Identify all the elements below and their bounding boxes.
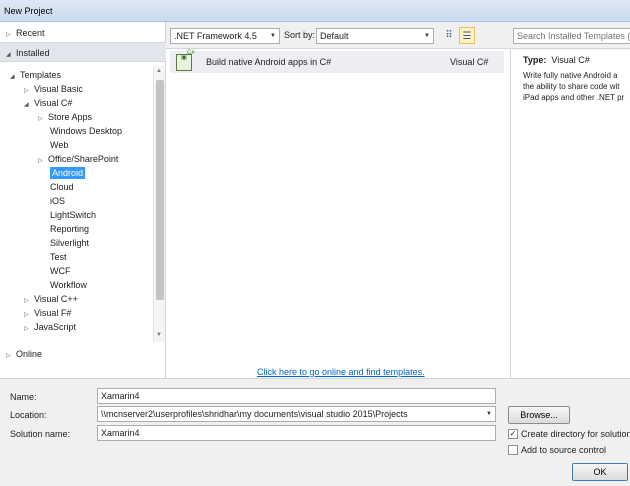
tree-item-label: Visual C++ (34, 294, 78, 304)
name-label: Name: (10, 392, 37, 402)
tree-scrollbar[interactable]: ▲ ▼ (153, 66, 165, 342)
android-project-icon: ▣ C# (176, 50, 195, 71)
tree-item[interactable]: LightSwitch (50, 208, 96, 222)
left-nav-pane: ▷ Recent ◢ Installed ◢ Templates ▷ Visual Bas… (0, 22, 166, 378)
template-name: Build native Android apps in C# (206, 57, 332, 67)
dropdown-arrow-icon: ▼ (270, 33, 276, 39)
tree-item-label: Android (50, 167, 86, 179)
search-templates-input[interactable] (513, 28, 630, 44)
template-item[interactable]: ▣ C# Build native Android apps in C# Visu… (170, 50, 504, 73)
location-label: Location: (10, 410, 47, 420)
tree-item-label: Visual C# (34, 98, 73, 108)
tree-item-label: Store Apps (48, 112, 93, 122)
nav-installed[interactable]: ◢ Installed (0, 42, 166, 62)
tree-item[interactable]: Windows Desktop (50, 124, 122, 138)
ok-button[interactable]: OK (572, 463, 628, 481)
scroll-thumb[interactable] (156, 80, 164, 300)
title-bar: New Project (0, 0, 630, 22)
tree-item-label: Test (50, 252, 67, 262)
nav-recent[interactable]: ▷ Recent (0, 23, 166, 43)
tree-item[interactable]: ◢ Visual C# (24, 96, 72, 110)
tree-item[interactable]: Web (50, 138, 68, 152)
dropdown-arrow-icon: ▼ (486, 411, 492, 417)
tree-item-label: Templates (20, 70, 62, 80)
checkbox-checked-icon: ✓ (508, 429, 518, 439)
template-info-pane: Type: Visual C# Write fully native Andro… (510, 48, 630, 378)
template-language: Visual C# (450, 57, 489, 67)
tree-item-label: Workflow (50, 280, 87, 290)
collapse-arrow-icon[interactable]: ◢ (24, 98, 34, 112)
tree-item[interactable]: Workflow (50, 278, 87, 292)
tree-item-label: Windows Desktop (50, 126, 123, 136)
scroll-up-icon[interactable]: ▲ (156, 68, 162, 74)
tree-item[interactable]: Android (50, 166, 86, 180)
tree-item-label: JavaScript (34, 322, 77, 332)
location-dropdown[interactable]: \\mcnserver2\userprofiles\shridhar\my do… (97, 406, 496, 422)
tree-item-label: Office/SharePoint (48, 154, 119, 164)
tree-item-label: WCF (50, 266, 71, 276)
project-name-input[interactable] (97, 388, 496, 404)
tree-item-label: Cloud (50, 182, 74, 192)
browse-button[interactable]: Browse... (508, 406, 570, 424)
expand-arrow-icon: ▷ (6, 353, 11, 359)
tree-item[interactable]: WCF (50, 264, 71, 278)
sort-dropdown[interactable]: Default ▼ (316, 28, 434, 44)
project-form: Name: Location: \\mcnserver2\userprofile… (0, 378, 630, 486)
template-description: Write fully native Android a the ability… (523, 71, 625, 102)
collapse-arrow-icon[interactable]: ◢ (10, 70, 20, 84)
tree-item[interactable]: ▷ Store Apps (38, 110, 92, 124)
find-online-templates-link[interactable]: Click here to go online and find templat… (257, 367, 425, 377)
tree-item[interactable]: ▷ Visual F# (24, 306, 71, 320)
tree-item-label: iOS (50, 196, 66, 206)
collapse-arrow-icon: ◢ (6, 52, 11, 58)
expand-arrow-icon[interactable]: ▷ (38, 154, 48, 168)
tree-item[interactable]: Test (50, 250, 67, 264)
dropdown-arrow-icon: ▼ (424, 33, 430, 39)
tree-item-label: Silverlight (50, 238, 90, 248)
tree-item[interactable]: ◢ Templates (10, 68, 61, 82)
solution-name-label: Solution name: (10, 429, 71, 439)
tree-item[interactable]: ▷ JavaScript (24, 320, 76, 334)
solution-name-input[interactable] (97, 425, 496, 441)
expand-arrow-icon[interactable]: ▷ (24, 322, 34, 336)
template-type: Type: Visual C# (523, 55, 590, 65)
tree-item-label: Visual Basic (34, 84, 83, 94)
list-view-icon[interactable]: ☰ (459, 27, 475, 44)
tree-item[interactable]: Cloud (50, 180, 74, 194)
tree-item-label: Reporting (50, 224, 90, 234)
template-toolbar: .NET Framework 4.5 ▼ Sort by: Default ▼ … (166, 22, 510, 48)
template-tree: ◢ Templates ▷ Visual Basic ◢ Visual C# ▷ Store … (0, 68, 152, 338)
checkbox-unchecked-icon (508, 445, 518, 455)
grid-view-icon[interactable]: ⠿ (441, 27, 457, 44)
tree-item[interactable]: ▷ Visual C++ (24, 292, 78, 306)
template-list: ▣ C# Build native Android apps in C# Visu… (166, 48, 510, 378)
tree-item[interactable]: Reporting (50, 222, 89, 236)
tree-item-label: Visual F# (34, 308, 72, 318)
tree-item[interactable]: Silverlight (50, 236, 89, 250)
sort-by-label: Sort by: (284, 30, 316, 40)
search-area (510, 22, 630, 48)
tree-item[interactable]: ▷ Visual Basic (24, 82, 83, 96)
tree-item[interactable]: ▷ Office/SharePoint (38, 152, 118, 166)
scroll-down-icon[interactable]: ▼ (156, 332, 162, 338)
expand-arrow-icon[interactable]: ▷ (38, 112, 48, 126)
framework-dropdown[interactable]: .NET Framework 4.5 ▼ (170, 28, 280, 44)
tree-item[interactable]: iOS (50, 194, 65, 208)
tree-item-label: LightSwitch (50, 210, 97, 220)
nav-online[interactable]: ▷ Online (0, 344, 166, 364)
tree-item-label: Web (50, 140, 69, 150)
window-title: New Project (4, 6, 53, 16)
